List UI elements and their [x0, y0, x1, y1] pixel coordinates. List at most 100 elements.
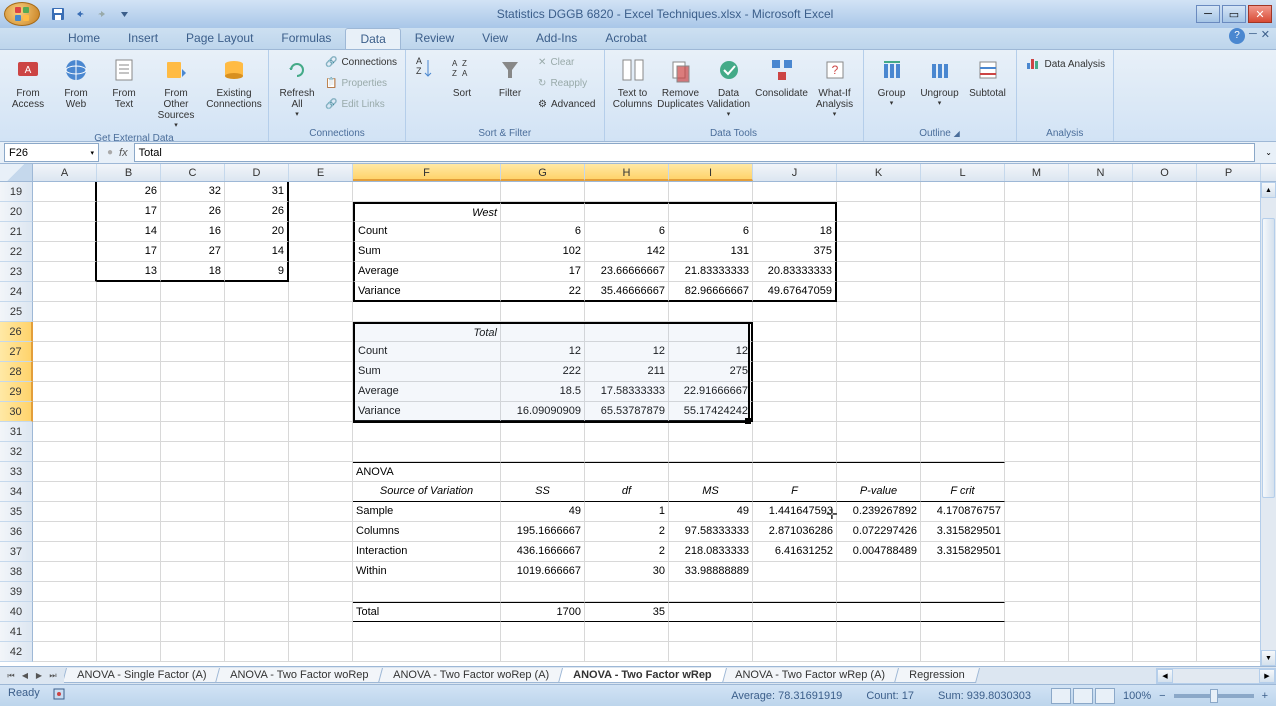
cell-A41[interactable]	[33, 622, 97, 642]
cell-N23[interactable]	[1069, 262, 1133, 282]
sheet-tab-0[interactable]: ANOVA - Single Factor (A)	[64, 668, 221, 683]
cell-D23[interactable]: 9	[225, 262, 289, 282]
cell-B30[interactable]	[97, 402, 161, 422]
cell-G36[interactable]: 195.1666667	[501, 522, 585, 542]
tab-page-layout[interactable]: Page Layout	[172, 28, 267, 49]
cell-L20[interactable]	[921, 202, 1005, 222]
cell-G23[interactable]: 17	[501, 262, 585, 282]
cell-A35[interactable]	[33, 502, 97, 522]
cell-F36[interactable]: Columns	[353, 522, 501, 542]
scroll-left-icon[interactable]: ◀	[1157, 669, 1173, 683]
cell-O33[interactable]	[1133, 462, 1197, 482]
cell-G37[interactable]: 436.1666667	[501, 542, 585, 562]
cell-P32[interactable]	[1197, 442, 1261, 462]
cell-G22[interactable]: 102	[501, 242, 585, 262]
cell-F41[interactable]	[353, 622, 501, 642]
cell-H41[interactable]	[585, 622, 669, 642]
cell-N30[interactable]	[1069, 402, 1133, 422]
cell-K36[interactable]: 0.072297426	[837, 522, 921, 542]
cell-O30[interactable]	[1133, 402, 1197, 422]
cell-C28[interactable]	[161, 362, 225, 382]
tab-last-icon[interactable]: ⏭	[46, 669, 60, 683]
cell-B24[interactable]	[97, 282, 161, 302]
cell-G21[interactable]: 6	[501, 222, 585, 242]
cell-N19[interactable]	[1069, 182, 1133, 202]
cell-F25[interactable]	[353, 302, 501, 322]
cell-N22[interactable]	[1069, 242, 1133, 262]
cell-D19[interactable]: 31	[225, 182, 289, 202]
cell-P21[interactable]	[1197, 222, 1261, 242]
cell-A33[interactable]	[33, 462, 97, 482]
page-layout-view-button[interactable]	[1073, 688, 1093, 704]
cell-L29[interactable]	[921, 382, 1005, 402]
cell-N33[interactable]	[1069, 462, 1133, 482]
cell-G26[interactable]	[501, 322, 585, 342]
formula-input[interactable]: Total	[134, 143, 1256, 162]
cell-P20[interactable]	[1197, 202, 1261, 222]
cell-I24[interactable]: 82.96666667	[669, 282, 753, 302]
cell-L24[interactable]	[921, 282, 1005, 302]
column-header-D[interactable]: D	[225, 164, 289, 181]
cell-I30[interactable]: 55.17424242	[669, 402, 753, 422]
tab-addins[interactable]: Add-Ins	[522, 28, 591, 49]
cell-E19[interactable]	[289, 182, 353, 202]
cell-I21[interactable]: 6	[669, 222, 753, 242]
cell-P30[interactable]	[1197, 402, 1261, 422]
cell-J36[interactable]: 2.871036286	[753, 522, 837, 542]
cell-J28[interactable]	[753, 362, 837, 382]
cell-E26[interactable]	[289, 322, 353, 342]
cell-O35[interactable]	[1133, 502, 1197, 522]
cell-C29[interactable]	[161, 382, 225, 402]
cell-H20[interactable]	[585, 202, 669, 222]
cell-B22[interactable]: 17	[97, 242, 161, 262]
row-header-31[interactable]: 31	[0, 422, 33, 442]
cell-E27[interactable]	[289, 342, 353, 362]
cell-N39[interactable]	[1069, 582, 1133, 602]
cell-E24[interactable]	[289, 282, 353, 302]
row-header-42[interactable]: 42	[0, 642, 33, 662]
name-box[interactable]: F26▾	[4, 143, 99, 162]
cell-D30[interactable]	[225, 402, 289, 422]
cell-K22[interactable]	[837, 242, 921, 262]
row-header-21[interactable]: 21	[0, 222, 33, 242]
cell-C24[interactable]	[161, 282, 225, 302]
cell-K40[interactable]	[837, 602, 921, 622]
cell-C31[interactable]	[161, 422, 225, 442]
cell-B40[interactable]	[97, 602, 161, 622]
cell-K39[interactable]	[837, 582, 921, 602]
cell-C25[interactable]	[161, 302, 225, 322]
cell-E38[interactable]	[289, 562, 353, 582]
row-header-32[interactable]: 32	[0, 442, 33, 462]
column-header-C[interactable]: C	[161, 164, 225, 181]
remove-duplicates-button[interactable]: Remove Duplicates	[657, 52, 705, 112]
cell-C34[interactable]	[161, 482, 225, 502]
whatif-button[interactable]: ?What-If Analysis▾	[811, 52, 859, 120]
cancel-formula-icon[interactable]: ●	[107, 147, 113, 158]
zoom-slider[interactable]	[1174, 694, 1254, 698]
clear-button[interactable]: ✕Clear	[534, 52, 599, 73]
cell-A28[interactable]	[33, 362, 97, 382]
cell-P24[interactable]	[1197, 282, 1261, 302]
cell-N34[interactable]	[1069, 482, 1133, 502]
cell-O22[interactable]	[1133, 242, 1197, 262]
cell-M25[interactable]	[1005, 302, 1069, 322]
cell-F27[interactable]: Count	[353, 342, 501, 362]
cell-N20[interactable]	[1069, 202, 1133, 222]
cell-G41[interactable]	[501, 622, 585, 642]
cell-A36[interactable]	[33, 522, 97, 542]
cell-F29[interactable]: Average	[353, 382, 501, 402]
cell-E35[interactable]	[289, 502, 353, 522]
cell-E25[interactable]	[289, 302, 353, 322]
cell-H22[interactable]: 142	[585, 242, 669, 262]
cell-K37[interactable]: 0.004788489	[837, 542, 921, 562]
cell-D38[interactable]	[225, 562, 289, 582]
cell-C40[interactable]	[161, 602, 225, 622]
cell-L42[interactable]	[921, 642, 1005, 662]
sheet-tab-3[interactable]: ANOVA - Two Factor wRep	[558, 668, 727, 683]
cell-J38[interactable]	[753, 562, 837, 582]
cell-F30[interactable]: Variance	[353, 402, 501, 422]
cell-J20[interactable]	[753, 202, 837, 222]
cell-J34[interactable]: F	[753, 482, 837, 502]
cell-K21[interactable]	[837, 222, 921, 242]
row-header-33[interactable]: 33	[0, 462, 33, 482]
